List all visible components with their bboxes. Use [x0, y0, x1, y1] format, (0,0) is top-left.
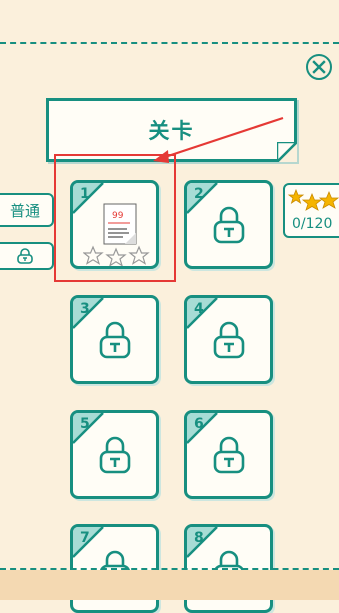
level-number: 4	[194, 301, 204, 317]
lock-icon	[99, 436, 131, 474]
level-number: 5	[80, 416, 90, 432]
level-number: 2	[194, 186, 204, 202]
document-icon: 99	[103, 203, 137, 245]
close-icon	[312, 60, 326, 74]
level-tile-6[interactable]: 6	[184, 410, 273, 499]
arrow-annotation	[153, 116, 284, 163]
tab-normal-label: 普通	[9, 201, 40, 220]
lock-icon	[213, 321, 245, 359]
star-cluster-icon	[287, 188, 339, 211]
star-icon	[128, 245, 150, 265]
lock-icon	[213, 436, 245, 474]
star-icon	[301, 192, 323, 211]
lock-icon	[17, 248, 33, 264]
level-number: 8	[194, 530, 204, 546]
lock-icon	[213, 206, 245, 244]
level-number: 3	[80, 301, 90, 317]
level-tile-1[interactable]: 1 99	[70, 180, 159, 269]
level-title-banner: 关卡	[46, 98, 297, 162]
banner-fold-decoration	[277, 142, 297, 162]
star-icon	[83, 245, 104, 265]
level-tile-4[interactable]: 4	[184, 295, 273, 384]
page-title: 关卡	[148, 119, 195, 143]
level-tile-2[interactable]: 2	[184, 180, 273, 269]
level-number: 6	[194, 416, 204, 432]
level-tile-5[interactable]: 5	[70, 410, 159, 499]
star-icon	[318, 190, 339, 209]
level-number: 7	[80, 530, 90, 546]
top-dashed-border	[0, 42, 339, 44]
bottom-band	[0, 570, 339, 600]
star-icon	[287, 188, 305, 204]
level-stars	[83, 245, 150, 266]
tab-locked[interactable]	[0, 242, 54, 270]
tab-normal[interactable]: 普通	[0, 193, 54, 227]
score-label: 99	[112, 211, 124, 221]
close-button[interactable]	[306, 54, 332, 80]
lock-icon	[99, 321, 131, 359]
star-counter: 0/120	[283, 183, 339, 238]
star-icon	[105, 247, 127, 266]
level-number: 1	[80, 186, 90, 202]
star-count: 0/120	[292, 216, 333, 232]
level-tile-3[interactable]: 3	[70, 295, 159, 384]
